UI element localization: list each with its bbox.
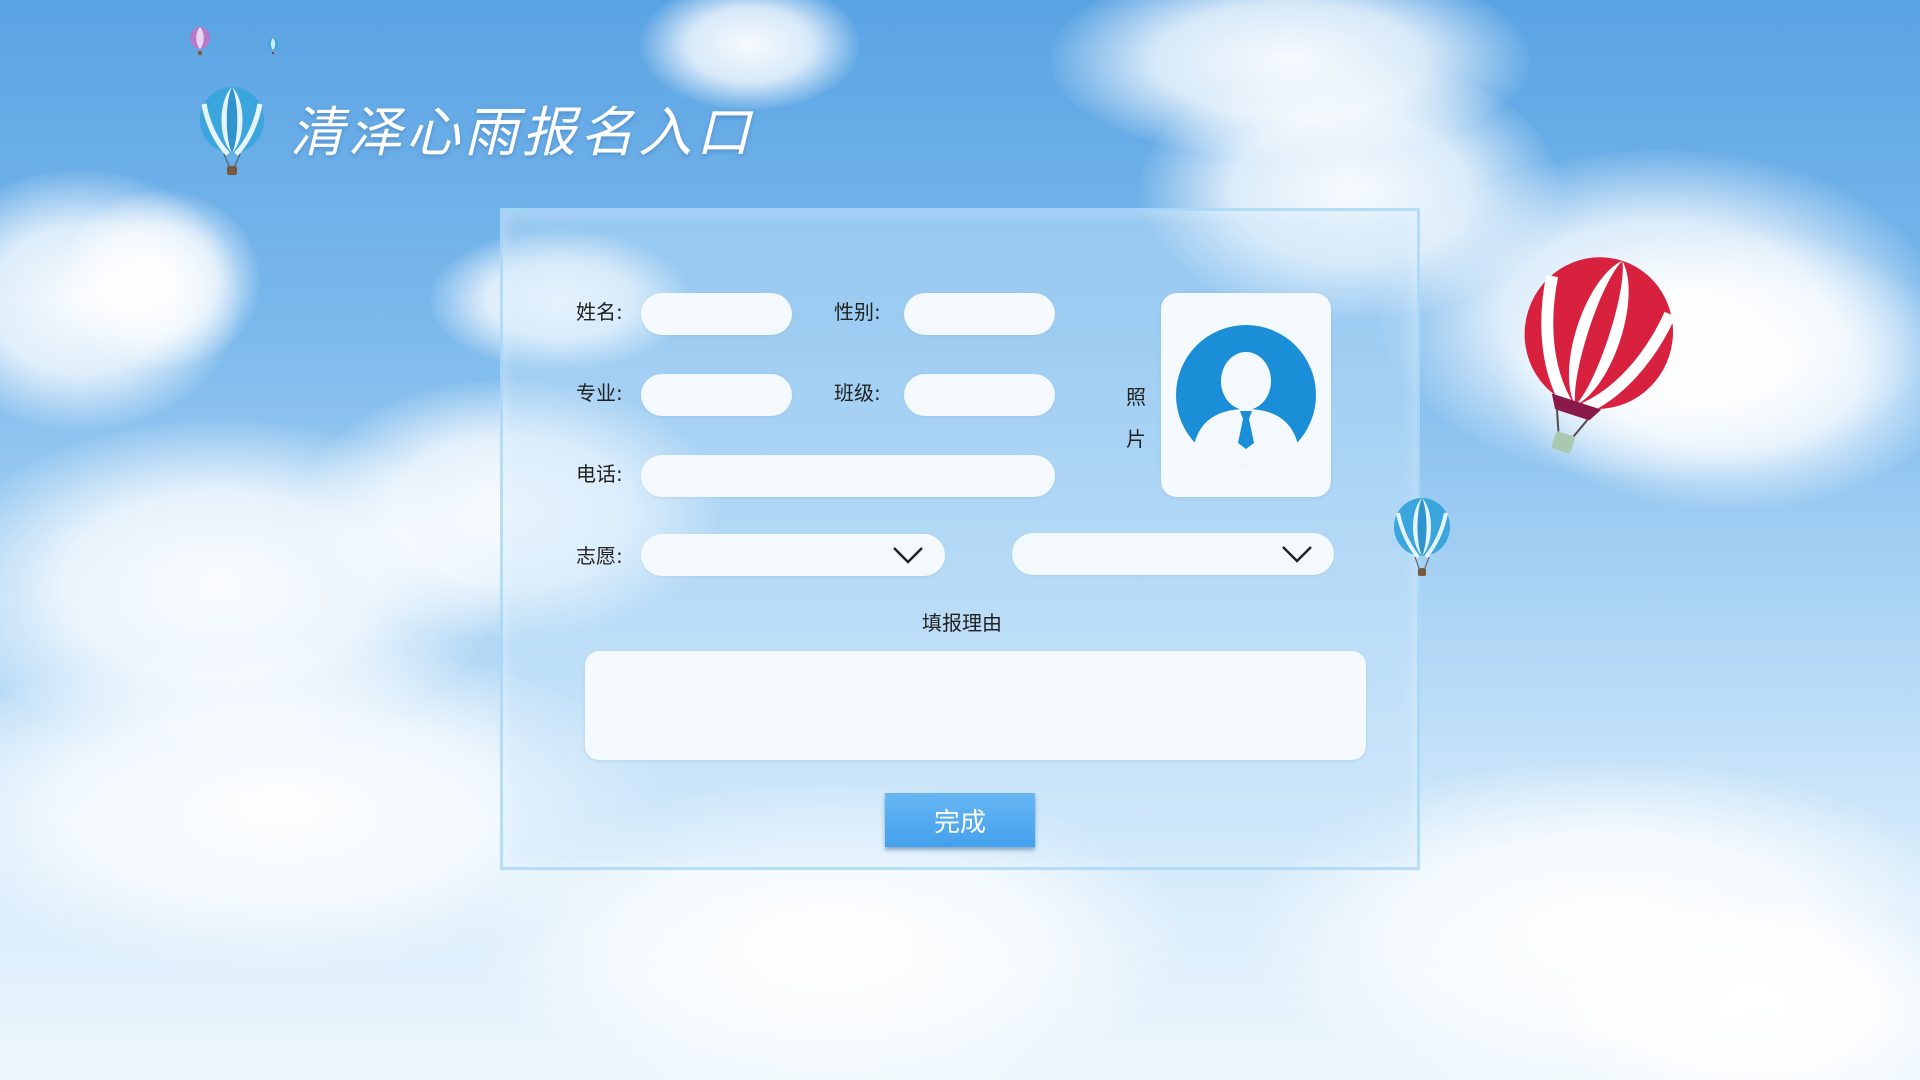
wish-label: 志愿:	[576, 544, 623, 568]
wish-select-1[interactable]	[641, 534, 945, 576]
photo-upload[interactable]	[1161, 293, 1331, 497]
reason-textarea[interactable]	[585, 651, 1366, 760]
hot-air-balloon-icon	[268, 38, 278, 54]
class-label: 班级:	[834, 381, 881, 405]
cloud-decoration	[60, 190, 260, 370]
gender-label: 性别:	[834, 300, 881, 324]
reason-title: 填报理由	[922, 611, 1002, 635]
hot-air-balloon-icon	[190, 27, 210, 55]
cloud-decoration	[0, 170, 240, 430]
chevron-down-icon	[893, 547, 923, 564]
major-label: 专业:	[576, 381, 623, 405]
photo-label-char: 照	[1126, 385, 1146, 409]
submit-button[interactable]: 完成	[885, 793, 1035, 847]
hot-air-balloon-icon	[200, 87, 264, 175]
photo-label: 照 片	[1123, 376, 1149, 460]
person-avatar-icon	[1176, 325, 1316, 465]
name-label: 姓名:	[576, 300, 623, 324]
cloud-decoration	[0, 420, 500, 750]
name-input[interactable]	[641, 293, 792, 335]
gender-input[interactable]	[904, 293, 1055, 335]
chevron-down-icon	[1282, 546, 1312, 563]
hot-air-balloon-icon	[1394, 498, 1450, 576]
hot-air-balloon-icon	[1524, 257, 1676, 454]
major-input[interactable]	[641, 374, 792, 416]
photo-label-char: 片	[1126, 427, 1146, 451]
cloud-decoration	[1560, 900, 1920, 1080]
phone-input[interactable]	[641, 455, 1055, 497]
cloud-decoration	[1050, 0, 1530, 160]
class-input[interactable]	[904, 374, 1055, 416]
wish-select-2[interactable]	[1012, 533, 1334, 575]
phone-label: 电话:	[576, 462, 623, 486]
page-title: 清泽心雨报名入口	[290, 101, 754, 164]
page-background: 清泽心雨报名入口 姓名: 性别: 专业: 班级: 电话: 照 片 志愿: 填报理…	[0, 0, 1920, 1080]
